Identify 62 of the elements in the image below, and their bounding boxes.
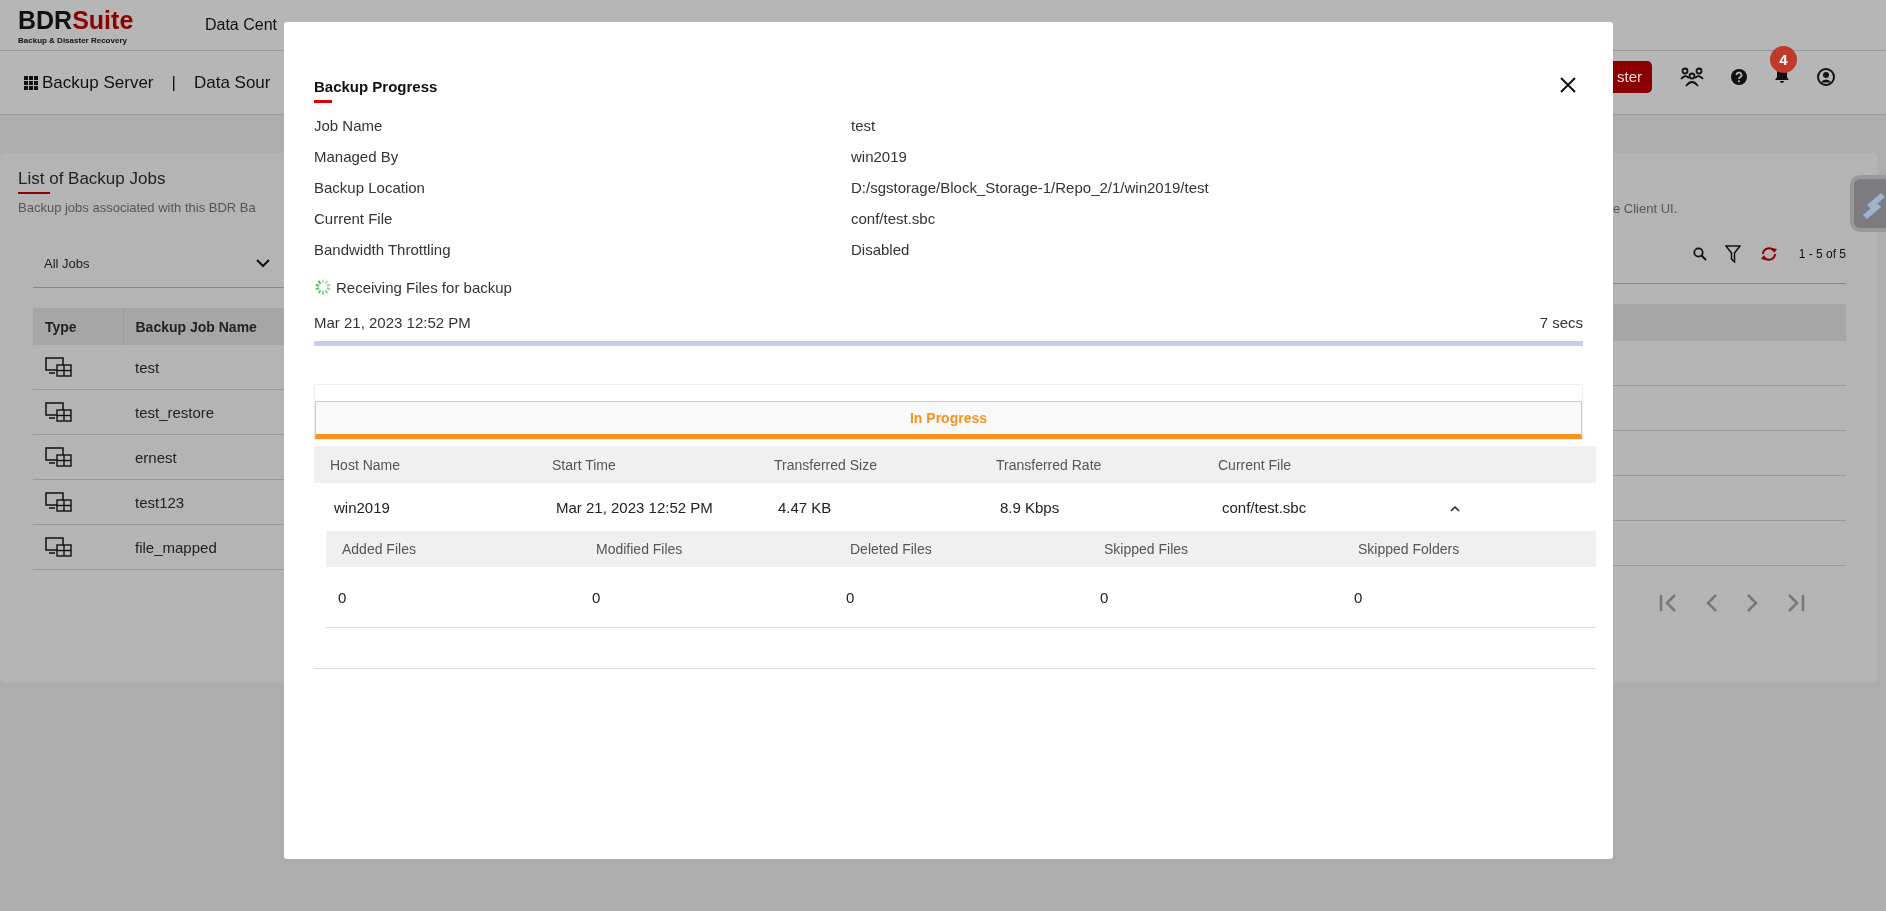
panel-title: List of Backup Jobs <box>18 169 166 189</box>
table-cell: win2019 <box>314 483 536 531</box>
detail-value: Disabled <box>851 241 911 258</box>
pen-icon <box>1861 191 1885 221</box>
nav-menu-item[interactable]: Data Sour <box>193 72 271 93</box>
elapsed-time: 7 secs <box>1539 314 1583 331</box>
grid-icon[interactable] <box>24 75 38 90</box>
detail-value: test <box>851 117 877 134</box>
monitor-windows-icon <box>45 357 73 377</box>
chevron-down-icon <box>256 258 270 268</box>
column-header: Transferred Size <box>758 446 980 483</box>
pagination-range: 1 - 5 of 5 <box>1798 247 1846 261</box>
separator-text: | <box>171 72 176 93</box>
column-header: Skipped Folders <box>1342 531 1596 567</box>
column-header: Current File <box>1202 446 1424 483</box>
nav-menu-item[interactable]: Data Cent <box>204 16 277 34</box>
detail-value: D:/sgstorage/Block_Storage-1/Repo_2/1/win2019/test <box>851 179 1210 196</box>
monitor-windows-icon <box>45 492 73 512</box>
dialog-title: Backup Progress <box>314 78 438 95</box>
table-cell: 4.47 KB <box>758 483 980 531</box>
table-cell: conf/test.sbc <box>1202 483 1424 531</box>
column-header: Transferred Rate <box>980 446 1202 483</box>
help-icon[interactable] <box>1731 68 1747 85</box>
panel-description: Backup jobs associated with this BDR Ba <box>18 200 257 215</box>
detail-label: Backup Location <box>314 179 426 196</box>
status-text: Receiving Files for backup <box>336 278 512 296</box>
table-cell: 0 <box>1342 567 1596 628</box>
monitor-windows-icon <box>45 402 73 422</box>
spinner-icon <box>314 278 332 296</box>
start-time: Mar 21, 2023 12:52 PM <box>314 314 471 331</box>
detail-value: win2019 <box>851 148 908 165</box>
detail-label: Bandwidth Throttling <box>314 241 452 258</box>
monitor-windows-icon <box>45 537 73 557</box>
search-icon[interactable] <box>1692 247 1707 261</box>
table-cell: 8.9 Kbps <box>980 483 1202 531</box>
monitor-windows-icon <box>45 447 73 467</box>
table-cell: Mar 21, 2023 12:52 PM <box>536 483 758 531</box>
table-cell: 0 <box>1088 567 1342 628</box>
table-cell: 0 <box>326 567 580 628</box>
panel-description: e Client UI. <box>1613 201 1678 216</box>
user-icon[interactable] <box>1817 67 1835 86</box>
column-header: Backup Job Name <box>123 308 284 345</box>
header-button[interactable]: ster <box>1613 60 1652 93</box>
filter-icon[interactable] <box>1724 245 1741 263</box>
table-cell: 0 <box>580 567 834 628</box>
column-header: Deleted Files <box>834 531 1088 567</box>
backup-server-title[interactable]: Backup Server <box>42 72 154 93</box>
detail-value: conf/test.sbc <box>851 210 937 227</box>
detail-label: Job Name <box>314 117 384 134</box>
chevron-icon <box>1450 505 1460 512</box>
people-group-icon[interactable] <box>1680 66 1704 87</box>
detail-label: Managed By <box>314 148 400 165</box>
column-header: Skipped Files <box>1088 531 1342 567</box>
column-header: Start Time <box>536 446 758 483</box>
column-header: Host Name <box>314 446 536 483</box>
column-header: Added Files <box>326 531 580 567</box>
detail-label: Current File <box>314 210 394 227</box>
table-cell: 0 <box>834 567 1088 628</box>
refresh-icon[interactable] <box>1758 246 1779 262</box>
bdrsuite-logo: BDRSuite Backup & Disaster Recovery <box>18 5 134 45</box>
column-header: Type <box>33 308 123 345</box>
column-header: Modified Files <box>580 531 834 567</box>
